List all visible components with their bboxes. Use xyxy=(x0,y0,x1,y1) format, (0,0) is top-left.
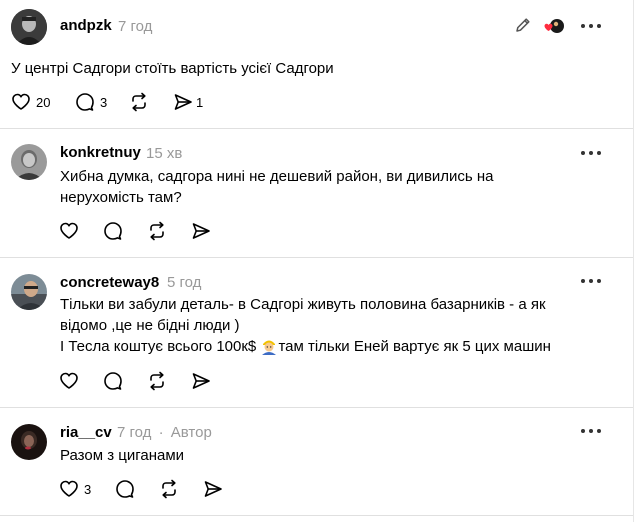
send-icon xyxy=(191,221,211,241)
like-count: 3 xyxy=(84,481,92,497)
edit-icon[interactable] xyxy=(514,16,532,39)
like-button[interactable]: 20 xyxy=(11,92,75,112)
reply-count: 3 xyxy=(100,94,108,110)
reply-text: Разом з циганами xyxy=(60,447,185,464)
reply-actions: 3 xyxy=(59,479,223,499)
avatar[interactable] xyxy=(11,144,47,180)
reaction-icon[interactable] xyxy=(542,17,564,40)
reply-konkretnuy: konkretnuy 15 хв Хибна думка, садгора ни… xyxy=(0,129,633,258)
share-count: 1 xyxy=(196,94,204,110)
reply-text-line: відомо ,це не бідні люди ) xyxy=(60,317,240,334)
avatar-photo xyxy=(11,274,47,310)
repost-icon xyxy=(159,479,179,499)
worker-emoji-icon xyxy=(260,337,278,355)
repost-button[interactable] xyxy=(129,92,173,112)
reply-button[interactable] xyxy=(115,479,159,499)
repost-icon xyxy=(147,221,167,241)
reply-time: 5 год xyxy=(167,274,202,291)
like-button[interactable] xyxy=(59,371,103,391)
avatar-photo xyxy=(11,424,47,460)
reply-text-line: Тільки ви забули деталь- в Садгорі живут… xyxy=(60,296,546,313)
share-button[interactable] xyxy=(203,479,223,499)
avatar-photo xyxy=(11,144,47,180)
send-icon xyxy=(173,92,193,112)
share-button[interactable]: 1 xyxy=(173,92,203,112)
reply-time: 15 хв xyxy=(146,145,183,162)
author-badge: Автор xyxy=(170,424,212,441)
reply-actions xyxy=(59,371,211,391)
heart-icon xyxy=(59,221,79,241)
reply-concreteway8: concreteway8 5 год Тільки ви забули дета… xyxy=(0,258,633,408)
send-icon xyxy=(191,371,211,391)
reply-text: Хибна думка, садгора нині не дешевий рай… xyxy=(60,168,494,206)
repost-button[interactable] xyxy=(147,221,191,241)
post-time: 7 год xyxy=(118,18,153,35)
reply-text-line: І Тесла коштує всього 100к$ там тільки Е… xyxy=(60,336,580,357)
comment-icon xyxy=(103,221,123,241)
reply-ria-cv: ria__cv 7 год · Автор Разом з циганами 3 xyxy=(0,408,633,516)
reply-username[interactable]: ria__cv xyxy=(60,424,112,441)
reply-actions xyxy=(59,221,211,241)
share-button[interactable] xyxy=(191,221,211,241)
reply-username[interactable]: concreteway8 xyxy=(60,274,159,291)
reply-text-segment: там тільки Еней вартує як 5 цих машин xyxy=(278,338,551,355)
more-options-icon[interactable] xyxy=(581,428,601,434)
send-icon xyxy=(203,479,223,499)
separator-dot: · xyxy=(158,424,164,441)
reply-button[interactable]: 3 xyxy=(75,92,129,112)
post-username[interactable]: andpzk xyxy=(60,17,112,34)
more-options-icon[interactable] xyxy=(581,150,601,156)
avatar[interactable] xyxy=(11,274,47,310)
comment-icon xyxy=(103,371,123,391)
heart-icon xyxy=(59,479,79,499)
heart-icon xyxy=(11,92,31,112)
comment-icon xyxy=(115,479,135,499)
like-button[interactable]: 3 xyxy=(59,479,115,499)
original-post: andpzk 7 год У центрі Садгори стоїть вар… xyxy=(0,0,633,129)
reply-text: Тільки ви забули деталь- в Садгорі живут… xyxy=(60,294,580,357)
avatar[interactable] xyxy=(11,9,47,45)
post-actions: 20 3 1 xyxy=(11,92,203,112)
post-text: У центрі Садгори стоїть вартість усієї С… xyxy=(11,60,334,77)
like-count: 20 xyxy=(36,94,51,110)
repost-icon xyxy=(147,371,167,391)
repost-icon xyxy=(129,92,149,112)
reply-text-segment: І Тесла коштує всього 100к$ xyxy=(60,338,261,355)
reply-button[interactable] xyxy=(103,221,147,241)
avatar[interactable] xyxy=(11,424,47,460)
reply-time-value: 7 год xyxy=(117,424,152,441)
repost-button[interactable] xyxy=(147,371,191,391)
heart-icon xyxy=(59,371,79,391)
like-button[interactable] xyxy=(59,221,103,241)
more-options-icon[interactable] xyxy=(581,23,601,29)
reply-username[interactable]: konkretnuy xyxy=(60,144,141,161)
share-button[interactable] xyxy=(191,371,211,391)
reply-time: 7 год · Автор xyxy=(117,424,212,441)
avatar-photo xyxy=(11,9,47,45)
comment-icon xyxy=(75,92,95,112)
reply-button[interactable] xyxy=(103,371,147,391)
more-options-icon[interactable] xyxy=(581,278,601,284)
repost-button[interactable] xyxy=(159,479,203,499)
